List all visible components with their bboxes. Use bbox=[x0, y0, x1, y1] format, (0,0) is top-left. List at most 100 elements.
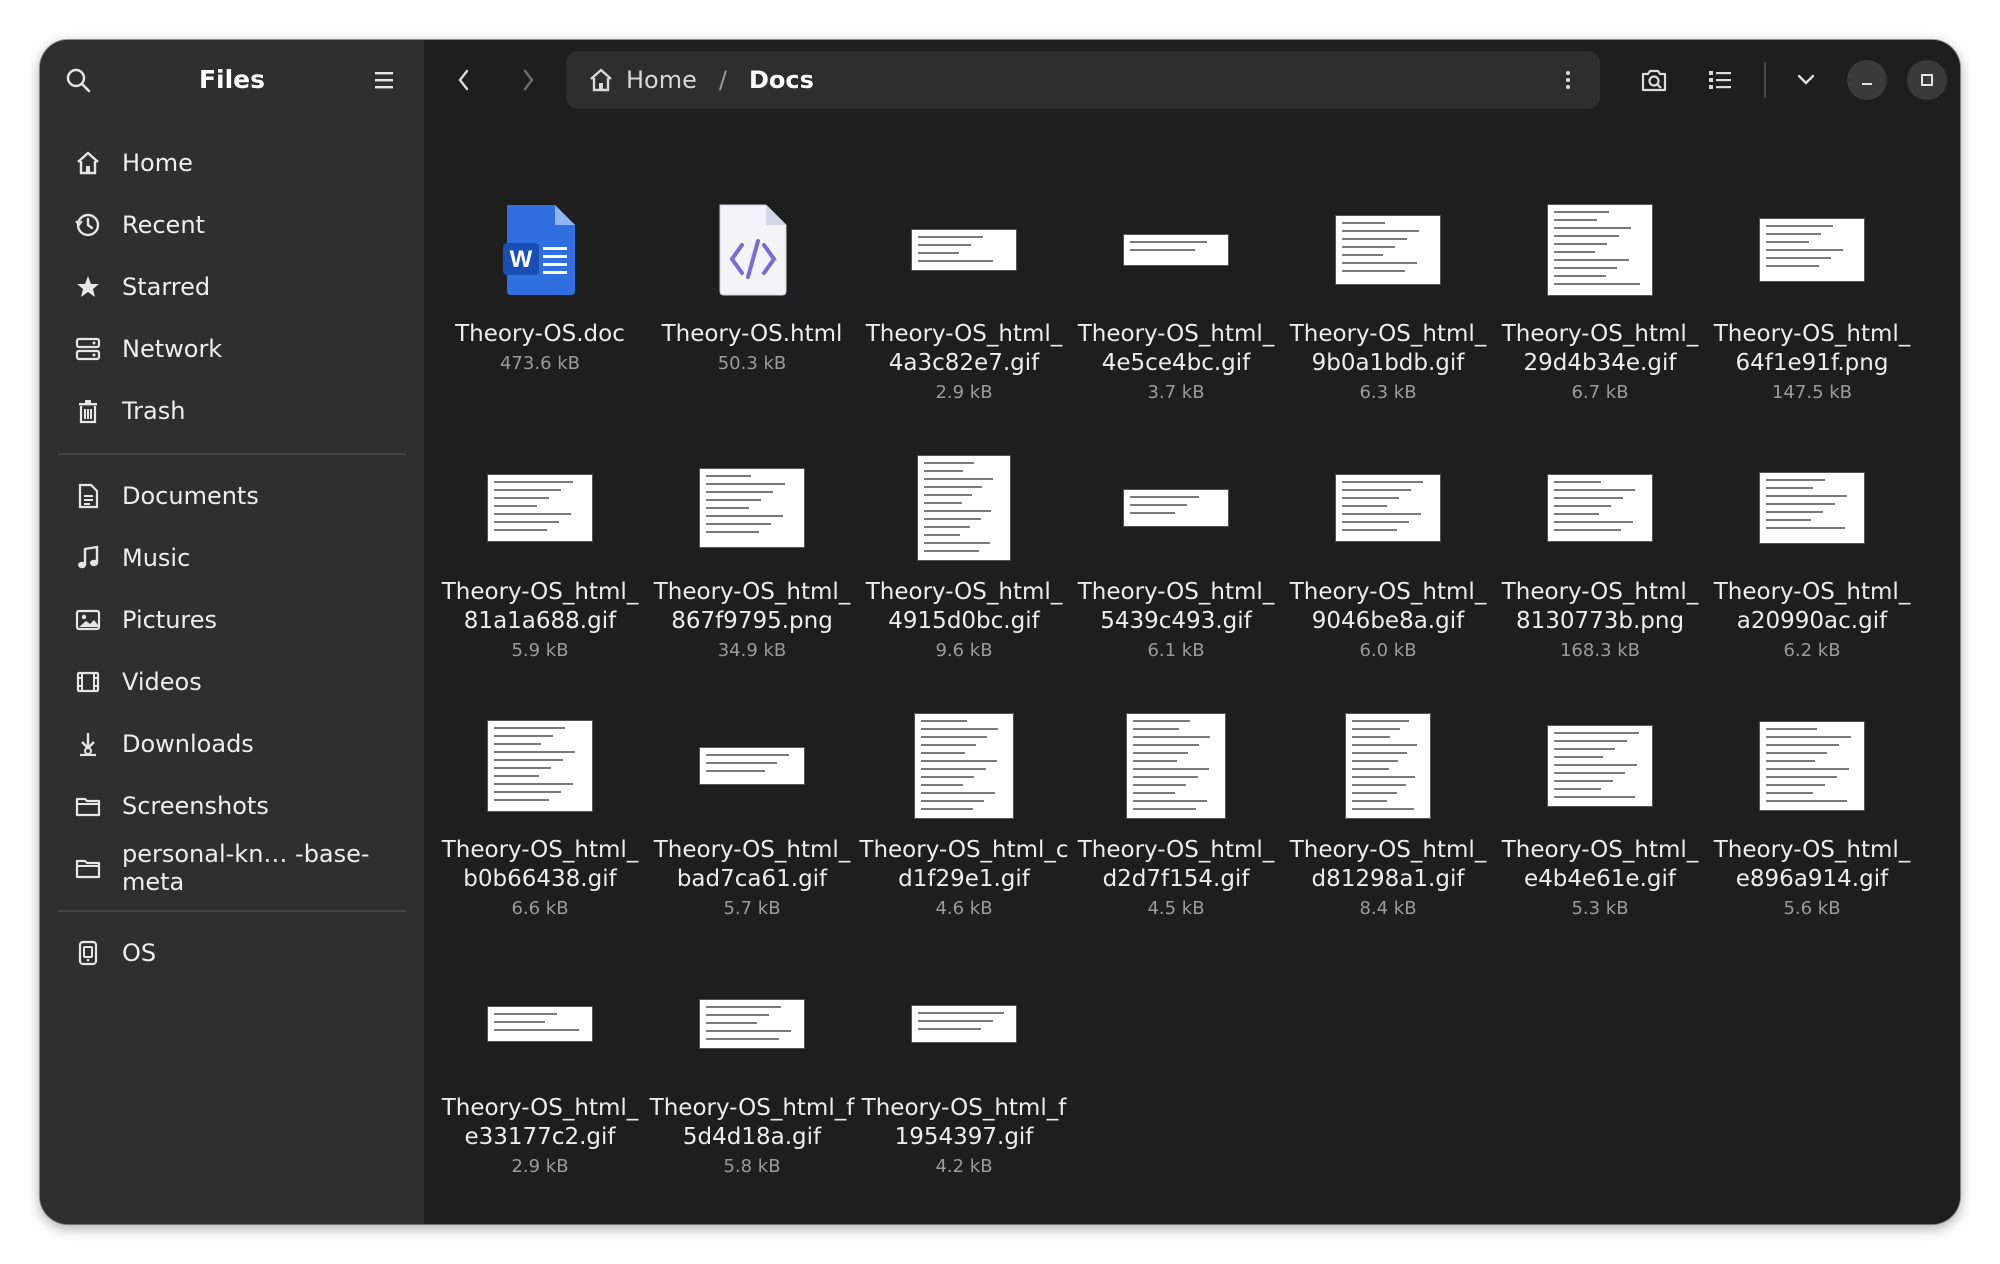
file-size: 5.9 kB bbox=[511, 640, 569, 661]
sidebar-item-videos[interactable]: Videos bbox=[50, 651, 414, 713]
sidebar-item-trash[interactable]: Trash bbox=[50, 380, 414, 442]
file-item[interactable]: Theory-OS.html 50.3 kB bbox=[647, 178, 857, 377]
file-item[interactable]: Theory-OS_html_d2d7f154.gif 4.5 kB bbox=[1071, 694, 1281, 922]
image-preview bbox=[1547, 725, 1653, 807]
file-item[interactable]: Theory-OS_html_867f9795.png 34.9 kB bbox=[647, 436, 857, 664]
file-item[interactable]: Theory-OS_html_d81298a1.gif 8.4 kB bbox=[1283, 694, 1493, 922]
image-preview bbox=[1759, 472, 1865, 544]
file-size: 5.7 kB bbox=[723, 898, 781, 919]
sidebar-item-label: Downloads bbox=[122, 730, 254, 758]
sidebar-item-music[interactable]: Music bbox=[50, 527, 414, 589]
back-button[interactable] bbox=[442, 58, 486, 102]
file-size: 50.3 kB bbox=[717, 353, 787, 374]
file-item[interactable]: Theory-OS_html_5439c493.gif 6.1 kB bbox=[1071, 436, 1281, 664]
sidebar-item-label: Screenshots bbox=[122, 792, 269, 820]
file-item[interactable]: Theory-OS_html_4e5ce4bc.gif 3.7 kB bbox=[1071, 178, 1281, 406]
file-item[interactable]: Theory-OS_html_81a1a688.gif 5.9 kB bbox=[435, 436, 645, 664]
sidebar-item-label: Documents bbox=[122, 482, 259, 510]
image-preview bbox=[1123, 489, 1229, 527]
sidebar-item-pictures[interactable]: Pictures bbox=[50, 589, 414, 651]
file-item[interactable]: Theory-OS_html_e896a914.gif 5.6 kB bbox=[1707, 694, 1917, 922]
file-item[interactable]: Theory-OS_html_f5d4d18a.gif 5.8 kB bbox=[647, 952, 857, 1180]
trash-icon bbox=[72, 395, 104, 427]
file-item[interactable]: Theory-OS_html_29d4b34e.gif 6.7 kB bbox=[1495, 178, 1705, 406]
sidebar-item-documents[interactable]: Documents bbox=[50, 465, 414, 527]
sidebar-header: Files bbox=[40, 40, 424, 120]
sidebar-item-screenshots[interactable]: Screenshots bbox=[50, 775, 414, 837]
file-item[interactable]: Theory-OS_html_64f1e91f.png 147.5 kB bbox=[1707, 178, 1917, 406]
sidebar-item-personal-kn-base-meta[interactable]: personal-kn… -base-meta bbox=[50, 837, 414, 899]
file-item[interactable]: Theory-OS_html_9b0a1bdb.gif 6.3 kB bbox=[1283, 178, 1493, 406]
file-item[interactable]: Theory-OS_html_b0b66438.gif 6.6 kB bbox=[435, 694, 645, 922]
star-icon bbox=[72, 271, 104, 303]
file-name: Theory-OS_html_29d4b34e.gif bbox=[1501, 321, 1699, 376]
svg-text:W: W bbox=[510, 246, 533, 273]
sidebar-divider bbox=[58, 453, 406, 455]
sidebar-item-recent[interactable]: Recent bbox=[50, 194, 414, 256]
file-item[interactable]: Theory-OS_html_e33177c2.gif 2.9 kB bbox=[435, 952, 645, 1180]
folder-menu-button[interactable] bbox=[1546, 58, 1590, 102]
search-in-folder-button[interactable] bbox=[1632, 58, 1676, 102]
image-preview bbox=[911, 1005, 1017, 1043]
file-item[interactable]: Theory-OS_html_4915d0bc.gif 9.6 kB bbox=[859, 436, 1069, 664]
file-thumbnail bbox=[1707, 704, 1917, 828]
sidebar-item-starred[interactable]: Starred bbox=[50, 256, 414, 318]
sidebar-item-label: Recent bbox=[122, 211, 205, 239]
file-thumbnail bbox=[1495, 704, 1705, 828]
file-thumbnail bbox=[1071, 704, 1281, 828]
sidebar-item-os-drive[interactable]: OS bbox=[50, 922, 414, 984]
file-thumbnail bbox=[1707, 446, 1917, 570]
file-size: 6.7 kB bbox=[1571, 382, 1629, 403]
file-thumbnail bbox=[1707, 188, 1917, 312]
file-size: 4.6 kB bbox=[935, 898, 993, 919]
minimize-button[interactable] bbox=[1847, 60, 1887, 100]
word-document-icon: W bbox=[501, 203, 579, 297]
sidebar-item-home[interactable]: Home bbox=[50, 132, 414, 194]
file-item[interactable]: Theory-OS_html_f1954397.gif 4.2 kB bbox=[859, 952, 1069, 1180]
file-name: Theory-OS_html_4915d0bc.gif bbox=[865, 579, 1063, 634]
file-name: Theory-OS_html_e4b4e61e.gif bbox=[1501, 837, 1699, 892]
drive-icon bbox=[72, 937, 104, 969]
sidebar-item-downloads[interactable]: Downloads bbox=[50, 713, 414, 775]
file-item[interactable]: Theory-OS_html_4a3c82e7.gif 2.9 kB bbox=[859, 178, 1069, 406]
file-thumbnail bbox=[859, 188, 1069, 312]
file-item[interactable]: W Theory-OS.doc 473.6 kB bbox=[435, 178, 645, 377]
html-code-icon bbox=[714, 203, 790, 297]
file-item[interactable]: Theory-OS_html_8130773b.png 168.3 kB bbox=[1495, 436, 1705, 664]
network-icon bbox=[72, 333, 104, 365]
breadcrumb-current[interactable]: Docs bbox=[749, 66, 814, 94]
sidebar: Files Home Recent Starred Network Trash … bbox=[40, 40, 424, 1224]
clock-icon bbox=[72, 209, 104, 241]
image-preview bbox=[487, 720, 593, 812]
forward-button[interactable] bbox=[506, 58, 550, 102]
file-name: Theory-OS_html_e33177c2.gif bbox=[441, 1095, 639, 1150]
file-thumbnail bbox=[647, 962, 857, 1086]
image-preview bbox=[487, 1006, 593, 1042]
file-item[interactable]: Theory-OS_html_bad7ca61.gif 5.7 kB bbox=[647, 694, 857, 922]
file-item[interactable]: Theory-OS_html_9046be8a.gif 6.0 kB bbox=[1283, 436, 1493, 664]
camera-search-icon bbox=[1639, 66, 1669, 94]
toolbar-divider bbox=[1764, 62, 1766, 98]
main-menu-button[interactable] bbox=[362, 58, 406, 102]
file-name: Theory-OS_html_d81298a1.gif bbox=[1289, 837, 1487, 892]
file-thumbnail bbox=[647, 188, 857, 312]
file-thumbnail: W bbox=[435, 188, 645, 312]
view-mode-button[interactable] bbox=[1698, 58, 1742, 102]
view-options-button[interactable] bbox=[1784, 58, 1828, 102]
file-size: 2.9 kB bbox=[935, 382, 993, 403]
image-preview bbox=[1335, 215, 1441, 285]
file-size: 9.6 kB bbox=[935, 640, 993, 661]
file-item[interactable]: Theory-OS_html_cd1f29e1.gif 4.6 kB bbox=[859, 694, 1069, 922]
breadcrumb-home[interactable]: Home bbox=[586, 65, 697, 95]
file-item[interactable]: Theory-OS_html_a20990ac.gif 6.2 kB bbox=[1707, 436, 1917, 664]
file-name: Theory-OS_html_f1954397.gif bbox=[861, 1095, 1067, 1150]
maximize-button[interactable] bbox=[1907, 60, 1947, 100]
file-size: 2.9 kB bbox=[511, 1156, 569, 1177]
file-item[interactable]: Theory-OS_html_e4b4e61e.gif 5.3 kB bbox=[1495, 694, 1705, 922]
file-size: 168.3 kB bbox=[1559, 640, 1641, 661]
image-preview bbox=[914, 713, 1014, 819]
breadcrumb-separator: / bbox=[718, 66, 727, 94]
file-thumbnail bbox=[1495, 446, 1705, 570]
sidebar-item-network[interactable]: Network bbox=[50, 318, 414, 380]
file-thumbnail bbox=[859, 446, 1069, 570]
